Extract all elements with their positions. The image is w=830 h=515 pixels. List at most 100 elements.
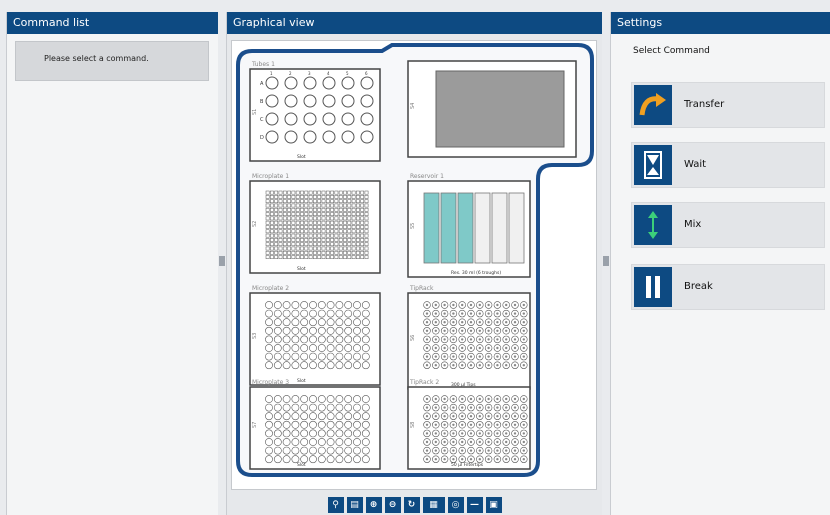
left-splitter-handle[interactable] xyxy=(219,256,225,266)
all-icon[interactable]: ◎ xyxy=(447,497,464,513)
grid-icon[interactable]: ▦ xyxy=(422,497,445,513)
tip-center xyxy=(513,458,517,461)
deck-canvas[interactable]: Tubes 1 S1 A B C D 1 2 3 4 5 6 Slot S4 Microplate 1 S2 S… xyxy=(231,40,597,490)
plate-well xyxy=(344,309,353,318)
tip-center xyxy=(513,449,517,452)
fit-icon[interactable]: ▤ xyxy=(346,497,363,513)
slot-footer: Res. 30 ml (6 troughs) xyxy=(451,270,501,276)
plate-well xyxy=(353,446,361,455)
tip-center xyxy=(522,415,525,418)
tip-center xyxy=(434,364,437,367)
slot-title: TipRack xyxy=(409,285,434,292)
tip-center xyxy=(434,432,437,435)
tip-center xyxy=(469,364,473,367)
plate-well xyxy=(335,412,344,421)
tip-center xyxy=(461,423,464,426)
tip-icon[interactable]: ▣ xyxy=(485,497,502,513)
tip-center xyxy=(505,397,508,401)
break-command-button[interactable]: Break xyxy=(631,264,825,310)
slot-title: Microplate 3 xyxy=(252,379,289,386)
plate-well xyxy=(361,446,370,455)
transfer-command-button[interactable]: Transfer xyxy=(631,82,825,128)
tip-center xyxy=(513,338,517,341)
plate-well xyxy=(335,395,344,403)
tip-center xyxy=(425,432,429,435)
plate-well xyxy=(273,446,282,455)
row-label: D xyxy=(260,135,264,141)
plate-well xyxy=(335,352,344,361)
tip-center xyxy=(478,415,481,418)
plate-well xyxy=(353,352,361,361)
tip-center xyxy=(513,397,517,401)
tip-center xyxy=(434,449,437,452)
tip-center xyxy=(487,449,490,452)
tip-center xyxy=(469,440,473,444)
zoom-icon[interactable]: ⚲ xyxy=(327,497,344,513)
zoom-out-icon[interactable]: ⊖ xyxy=(384,497,401,513)
plate-well xyxy=(265,420,273,429)
rotate-icon[interactable]: ↻ xyxy=(403,497,420,513)
slot-position-label: S8 xyxy=(410,422,416,428)
plate-well xyxy=(317,309,326,318)
tube-well xyxy=(284,112,298,126)
tip-center xyxy=(461,406,464,409)
tip-center xyxy=(513,355,517,358)
plate-well xyxy=(273,420,282,429)
minus-icon[interactable]: — xyxy=(466,497,483,513)
plate-well xyxy=(361,301,370,309)
tip-center xyxy=(469,303,473,307)
plate-well xyxy=(300,326,309,335)
plate-well xyxy=(282,344,291,352)
deck-layout[interactable]: Tubes 1S1ABCD1 2 3 4 5 6SlotS4Microplate 1S2S… xyxy=(232,41,598,491)
tip-center xyxy=(505,346,508,350)
slot-footer: Slot xyxy=(297,266,306,272)
tube-well xyxy=(265,76,279,90)
plate-well xyxy=(300,335,309,344)
slot-title: Tubes 1 xyxy=(251,61,275,68)
slot-position-label: S3 xyxy=(252,333,258,339)
tube-well xyxy=(322,130,336,144)
tube-well xyxy=(284,76,298,90)
tip-center xyxy=(425,364,429,367)
plate-well xyxy=(353,309,361,318)
command-list-body[interactable]: Please select a command. xyxy=(7,34,218,515)
plate-well xyxy=(335,403,344,412)
zoom-in-icon[interactable]: ⊕ xyxy=(365,497,382,513)
plate-well xyxy=(300,344,309,352)
plate-well xyxy=(282,403,291,412)
break-label: Break xyxy=(684,281,713,292)
tip-center xyxy=(425,329,429,332)
tip-center xyxy=(522,440,525,444)
plate-well xyxy=(282,446,291,455)
plate-well xyxy=(273,361,282,370)
slot-title: TipRack 2 xyxy=(409,379,439,386)
right-splitter-handle[interactable] xyxy=(603,256,609,266)
plate-well xyxy=(361,412,370,421)
tip-center xyxy=(496,440,499,444)
wait-command-button[interactable]: Wait xyxy=(631,142,825,188)
plate-well xyxy=(273,326,282,335)
plate-well xyxy=(353,326,361,335)
plate-well xyxy=(273,455,282,464)
plate-well xyxy=(282,438,291,446)
tip-center xyxy=(434,458,437,461)
tip-center xyxy=(505,432,508,435)
plate-well xyxy=(361,335,370,344)
slot-footer: Slot xyxy=(297,154,306,160)
tip-center xyxy=(496,338,499,341)
plate-well xyxy=(309,361,317,370)
plate-well xyxy=(335,361,344,370)
tip-center xyxy=(443,312,446,315)
plate-well xyxy=(309,301,317,309)
tip-center xyxy=(478,449,481,452)
graphical-view-header: Graphical view xyxy=(227,12,602,34)
plate-well xyxy=(265,326,273,335)
plate-well xyxy=(361,344,370,352)
plate-well xyxy=(317,352,326,361)
tip-center xyxy=(443,449,446,452)
tip-center xyxy=(513,321,517,324)
mix-command-button[interactable]: Mix xyxy=(631,202,825,248)
tip-center xyxy=(487,329,490,332)
tube-well xyxy=(360,76,374,90)
plate-well xyxy=(361,318,370,327)
